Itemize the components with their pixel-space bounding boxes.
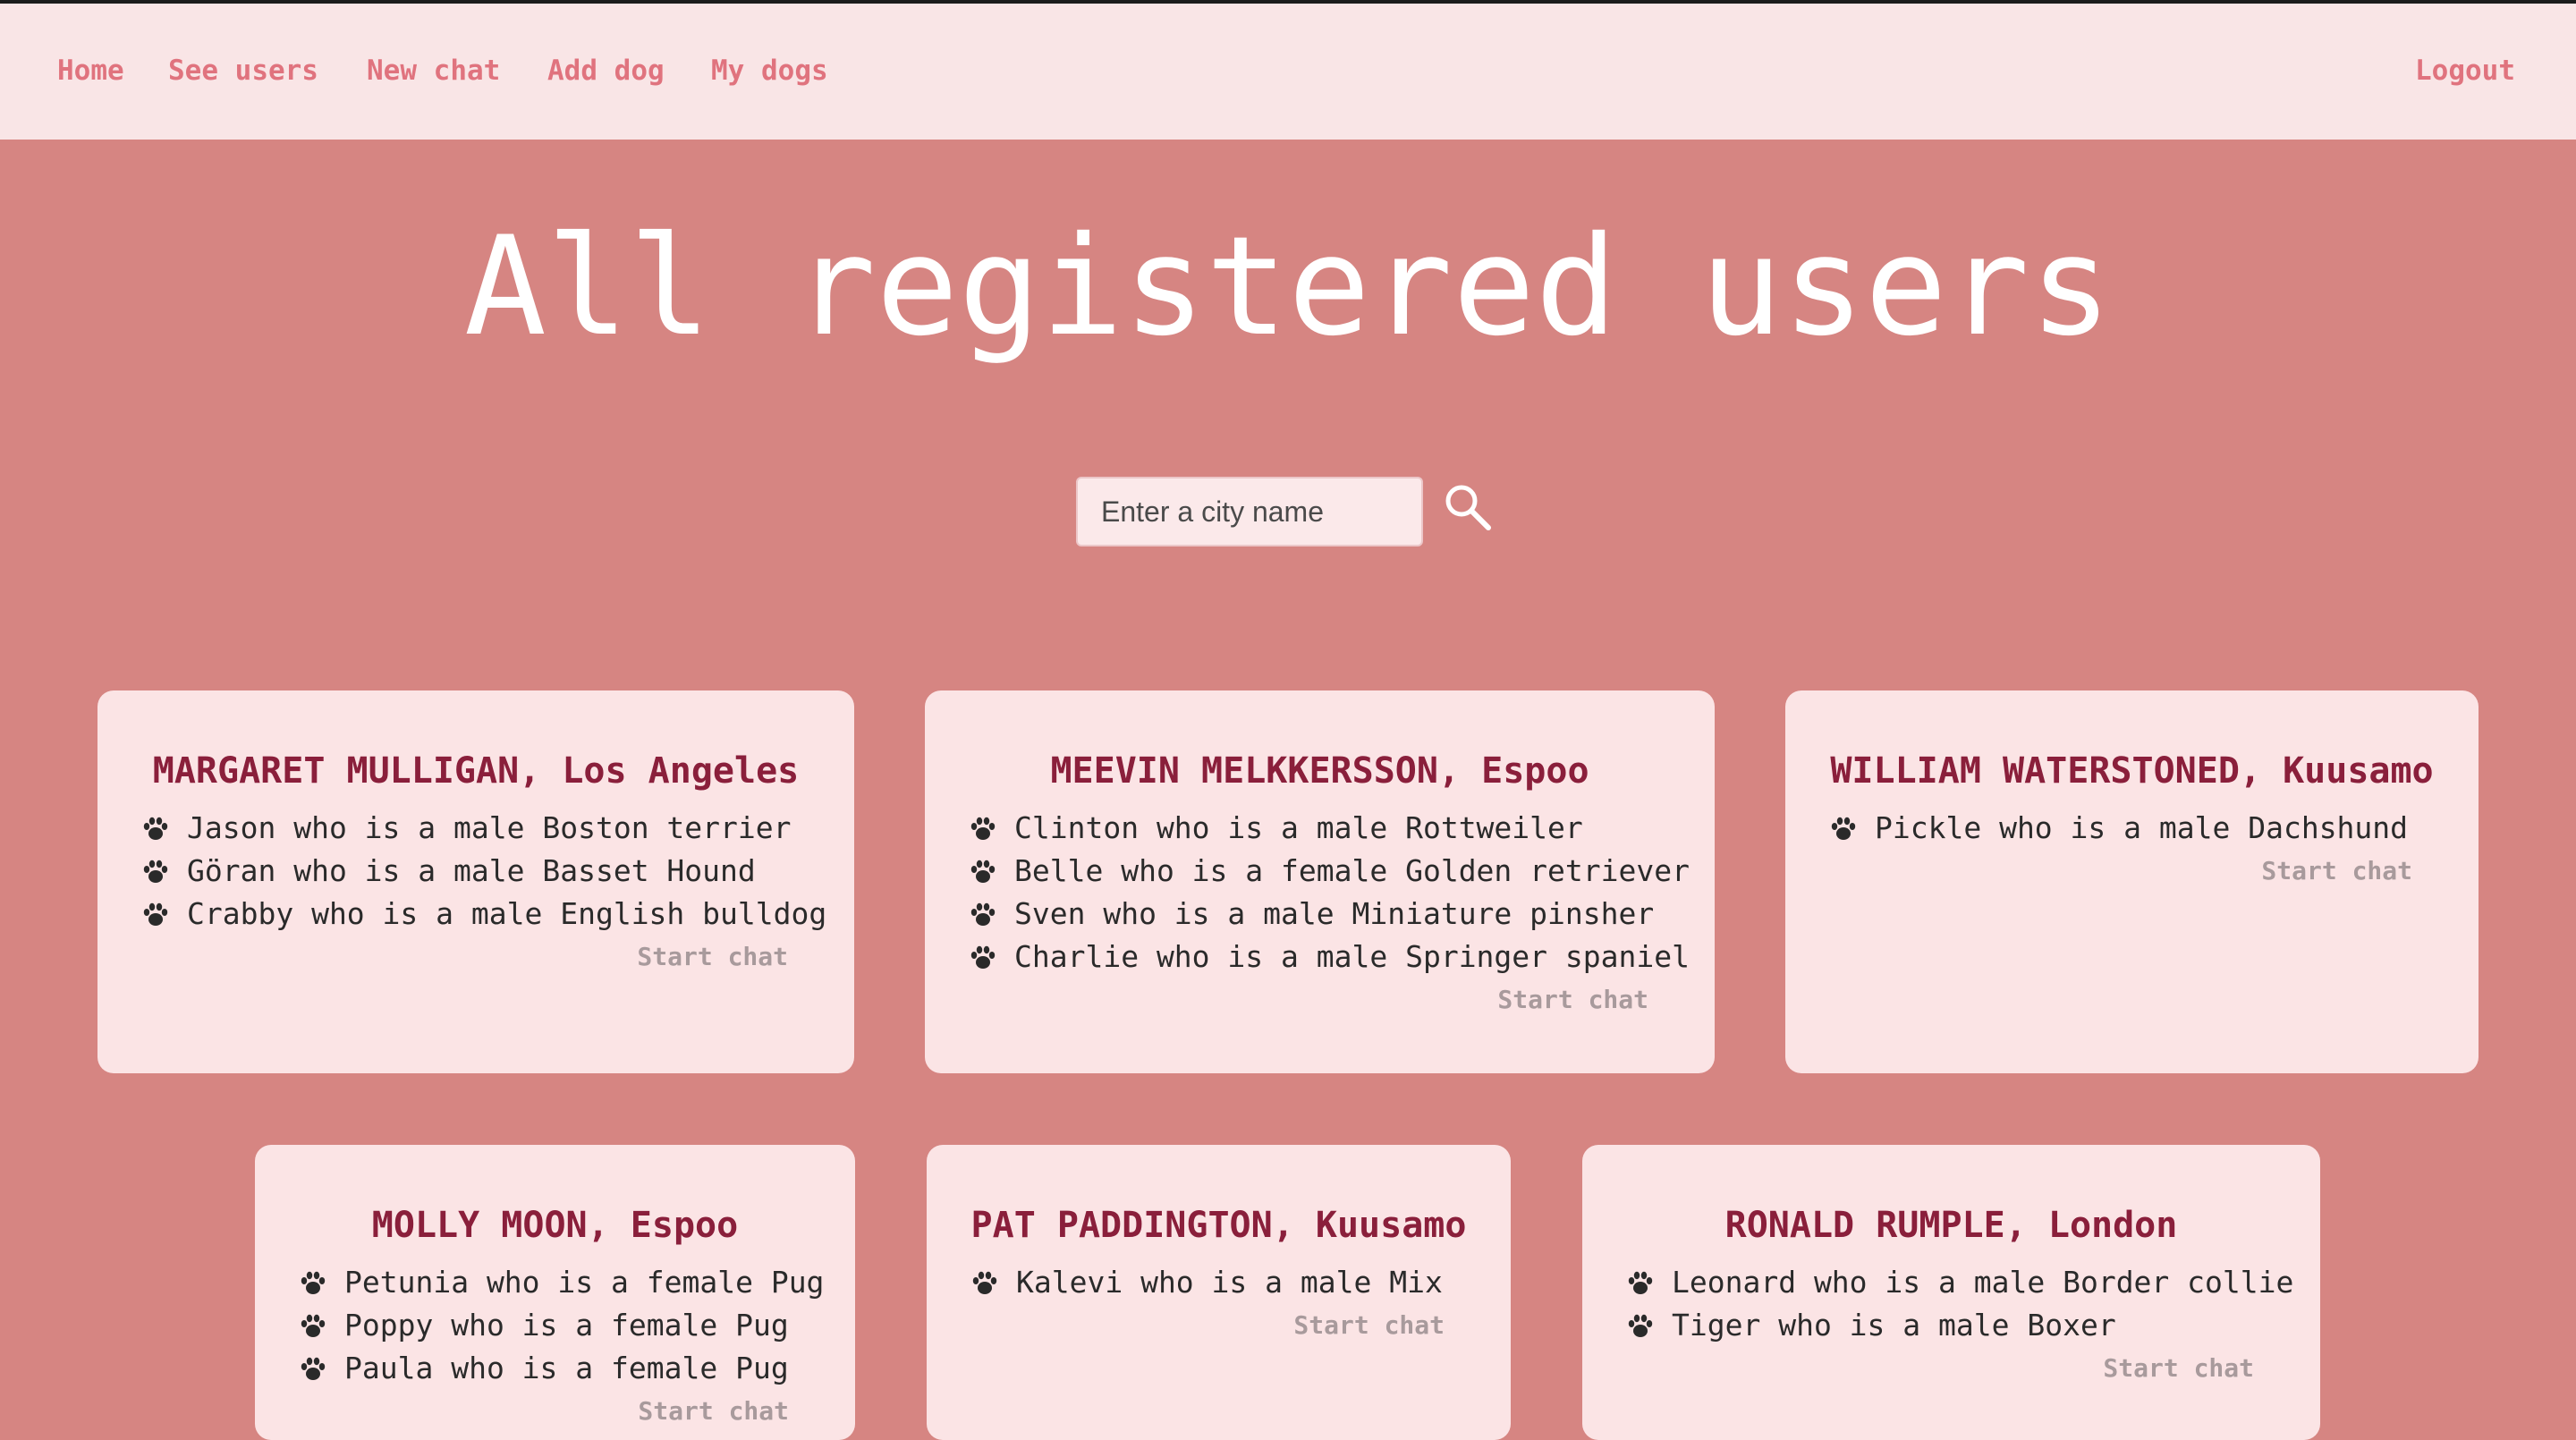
- dog-list: Kalevi who is a male Mix: [927, 1261, 1511, 1304]
- paw-icon: [1628, 1314, 1653, 1337]
- user-name-city: MARGARET MULLIGAN, Los Angeles: [152, 750, 800, 792]
- start-chat-link[interactable]: Start chat: [927, 1308, 1511, 1343]
- start-chat-link[interactable]: Start chat: [97, 939, 854, 975]
- dog-list: Pickle who is a male Dachshund: [1785, 807, 2479, 850]
- dog-list-item: Belle who is a female Golden retriever: [970, 850, 1715, 893]
- dog-list-item: Göran who is a male Basset Hound: [142, 850, 854, 893]
- top-nav: Home See users New chat Add dog My dogs …: [0, 4, 2576, 140]
- dog-description: Pickle who is a male Dachshund: [1875, 810, 2409, 845]
- dog-description: Tiger who is a male Boxer: [1672, 1308, 2116, 1343]
- paw-icon: [143, 817, 168, 840]
- dog-description: Leonard who is a male Border collie: [1672, 1265, 2294, 1300]
- paw-icon: [301, 1271, 326, 1294]
- dog-list: Petunia who is a female Pug Poppy who is…: [255, 1261, 855, 1390]
- dog-list-item: Leonard who is a male Border collie: [1627, 1261, 2320, 1304]
- start-chat-link[interactable]: Start chat: [255, 1393, 855, 1429]
- nav-new-chat-link[interactable]: New chat: [367, 54, 500, 88]
- user-card: WILLIAM WATERSTONED, Kuusamo Pickle who …: [1785, 690, 2479, 1073]
- dog-description: Belle who is a female Golden retriever: [1014, 853, 1690, 888]
- dog-description: Poppy who is a female Pug: [344, 1308, 789, 1343]
- paw-icon: [970, 860, 996, 883]
- dog-description: Kalevi who is a male Mix: [1016, 1265, 1443, 1300]
- dog-description: Charlie who is a male Springer spaniel: [1014, 939, 1690, 974]
- dog-description: Sven who is a male Miniature pinsher: [1014, 896, 1655, 931]
- dog-list: Leonard who is a male Border collie Tige…: [1582, 1261, 2320, 1347]
- nav-home-link[interactable]: Home: [57, 54, 124, 88]
- dog-description: Jason who is a male Boston terrier: [187, 810, 792, 845]
- user-card: RONALD RUMPLE, London Leonard who is a m…: [1582, 1145, 2320, 1440]
- user-name-city: MEEVIN MELKKERSSON, Espoo: [1050, 750, 1589, 792]
- user-card: MOLLY MOON, Espoo Petunia who is a femal…: [255, 1145, 855, 1440]
- paw-icon: [1831, 817, 1856, 840]
- dog-list: Clinton who is a male Rottweiler Belle w…: [925, 807, 1715, 978]
- paw-icon: [970, 945, 996, 969]
- nav-add-dog-link[interactable]: Add dog: [547, 54, 665, 88]
- dog-list-item: Petunia who is a female Pug: [300, 1261, 855, 1304]
- search-icon[interactable]: [1442, 481, 1496, 535]
- paw-icon: [970, 817, 996, 840]
- paw-icon: [143, 902, 168, 926]
- dog-list-item: Sven who is a male Miniature pinsher: [970, 893, 1715, 936]
- paw-icon: [972, 1271, 997, 1294]
- dog-list-item: Poppy who is a female Pug: [300, 1304, 855, 1347]
- dog-description: Paula who is a female Pug: [344, 1351, 789, 1385]
- dog-list-item: Charlie who is a male Springer spaniel: [970, 936, 1715, 978]
- city-search-input[interactable]: [1076, 477, 1423, 546]
- start-chat-link[interactable]: Start chat: [925, 982, 1715, 1018]
- dog-list-item: Crabby who is a male English bulldog: [142, 893, 854, 936]
- paw-icon: [301, 1357, 326, 1380]
- page-title: All registered users: [463, 208, 2113, 367]
- start-chat-link[interactable]: Start chat: [1582, 1351, 2320, 1386]
- paw-icon: [301, 1314, 326, 1337]
- nav-my-dogs-link[interactable]: My dogs: [711, 54, 828, 88]
- dog-list-item: Pickle who is a male Dachshund: [1830, 807, 2479, 850]
- dog-list-item: Paula who is a female Pug: [300, 1347, 855, 1390]
- dog-description: Crabby who is a male English bulldog: [187, 896, 827, 931]
- user-card: MARGARET MULLIGAN, Los Angeles Jason who…: [97, 690, 854, 1073]
- paw-icon: [970, 902, 996, 926]
- user-card: MEEVIN MELKKERSSON, Espoo Clinton who is…: [925, 690, 1715, 1073]
- dog-description: Clinton who is a male Rottweiler: [1014, 810, 1583, 845]
- dog-list-item: Tiger who is a male Boxer: [1627, 1304, 2320, 1347]
- user-name-city: PAT PADDINGTON, Kuusamo: [970, 1205, 1467, 1246]
- user-name-city: RONALD RUMPLE, London: [1724, 1205, 2178, 1246]
- dog-list-item: Jason who is a male Boston terrier: [142, 807, 854, 850]
- paw-icon: [143, 860, 168, 883]
- dog-description: Petunia who is a female Pug: [344, 1265, 825, 1300]
- dog-list-item: Clinton who is a male Rottweiler: [970, 807, 1715, 850]
- user-name-city: MOLLY MOON, Espoo: [371, 1205, 739, 1246]
- start-chat-link[interactable]: Start chat: [1785, 853, 2479, 889]
- dog-description: Göran who is a male Basset Hound: [187, 853, 756, 888]
- user-card: PAT PADDINGTON, Kuusamo Kalevi who is a …: [927, 1145, 1511, 1440]
- dog-list-item: Kalevi who is a male Mix: [971, 1261, 1511, 1304]
- paw-icon: [1628, 1271, 1653, 1294]
- dog-list: Jason who is a male Boston terrier Göran…: [97, 807, 854, 936]
- user-name-city: WILLIAM WATERSTONED, Kuusamo: [1830, 750, 2434, 792]
- nav-logout-link[interactable]: Logout: [2415, 54, 2515, 88]
- nav-see-users-link[interactable]: See users: [168, 54, 318, 88]
